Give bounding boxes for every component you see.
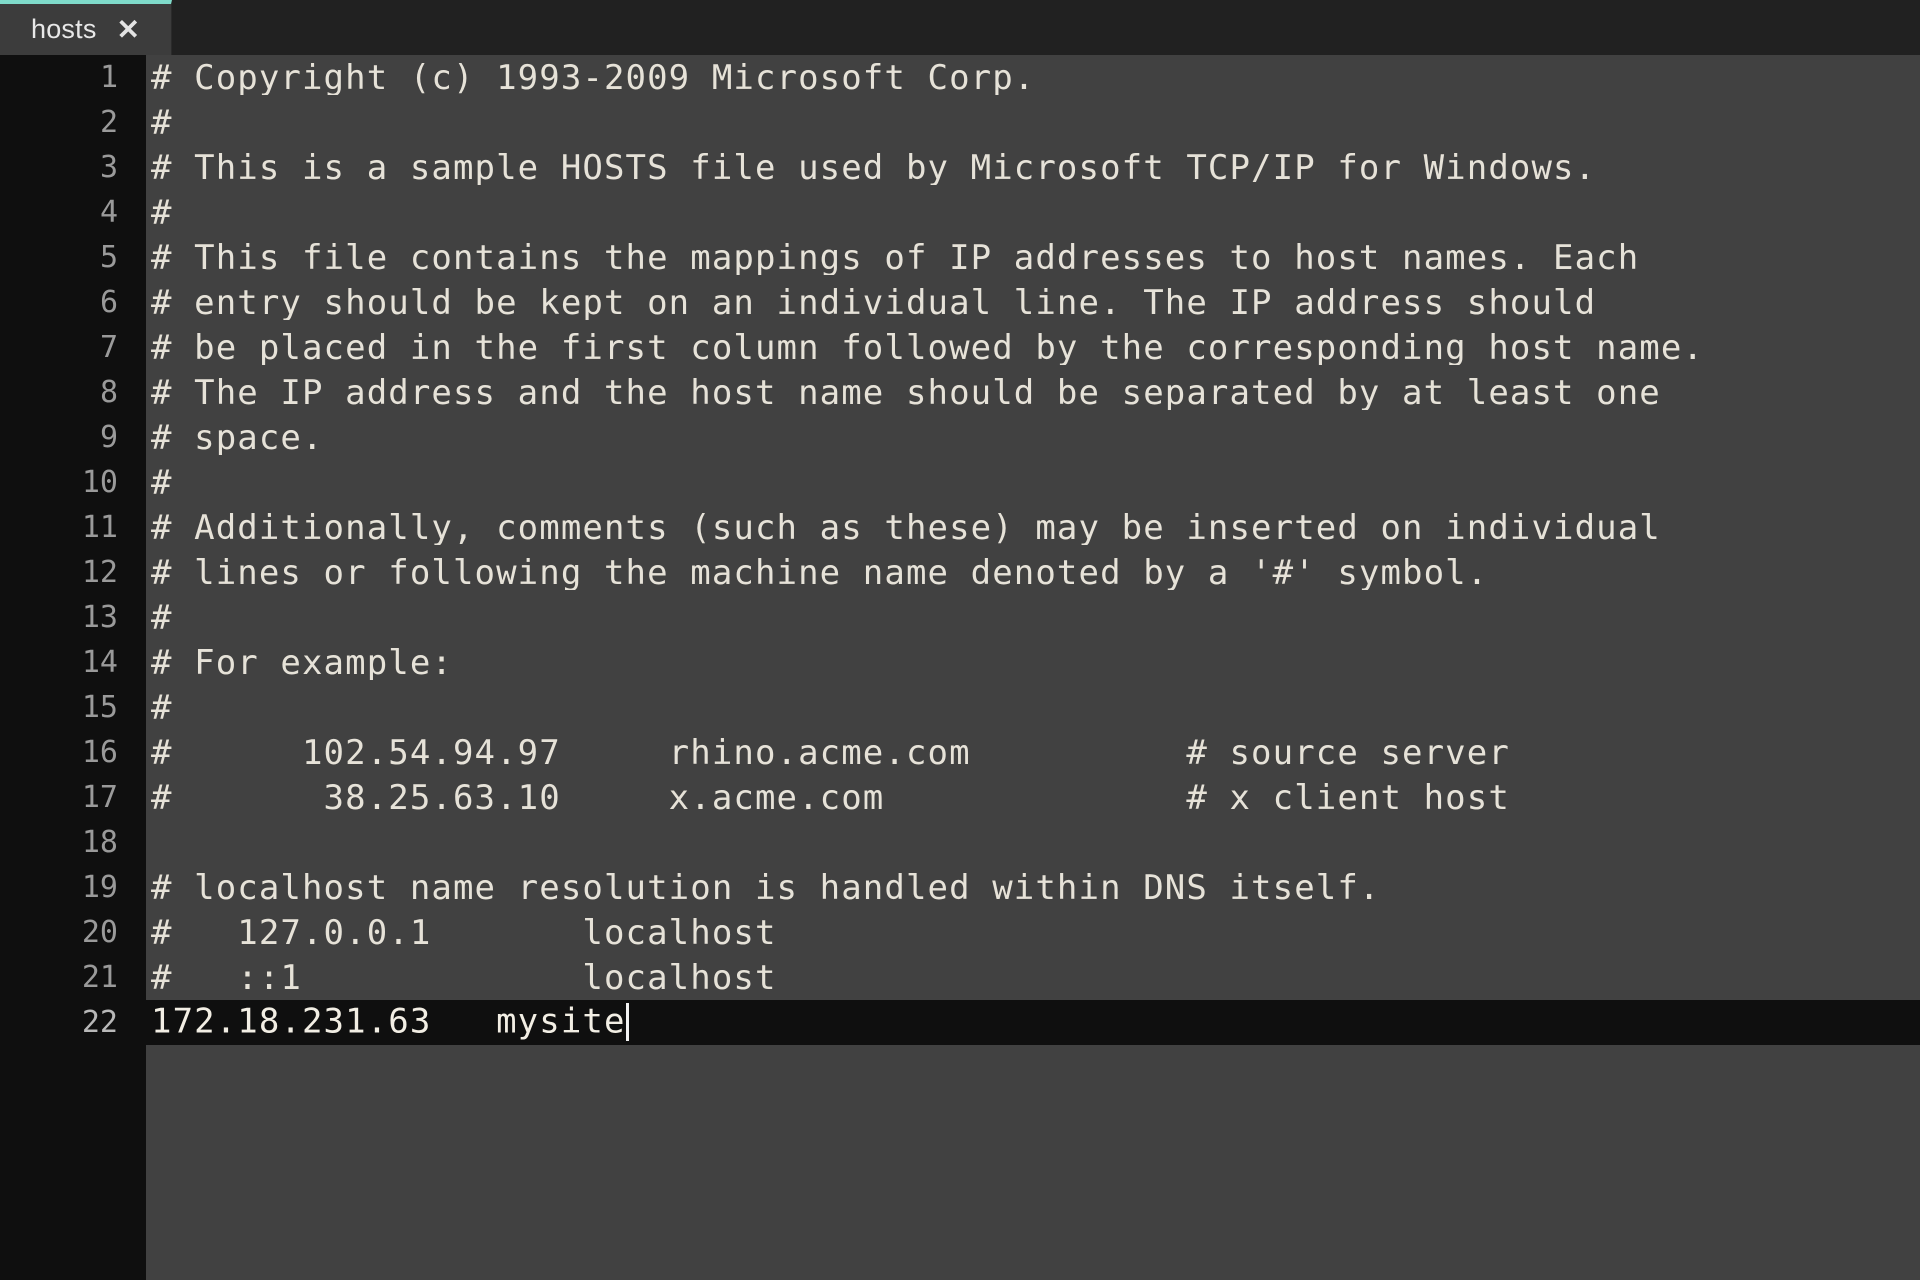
line-number: 17 [81, 779, 118, 815]
line-text[interactable]: # [146, 691, 1920, 725]
line-text[interactable]: # entry should be kept on an individual … [146, 286, 1920, 320]
line-text[interactable]: # For example: [146, 646, 1920, 680]
code-line[interactable]: 11 # Additionally, comments (such as the… [0, 505, 1920, 550]
tab-bar: hosts ✕ [0, 0, 1920, 55]
line-number: 19 [81, 869, 118, 905]
code-line[interactable]: 9 # space. [0, 415, 1920, 460]
code-content[interactable]: 1 # Copyright (c) 1993-2009 Microsoft Co… [0, 55, 1920, 1045]
editor-window: hosts ✕ 1 # Copyright (c) 1993-2009 Micr… [0, 0, 1920, 1280]
line-text-value: 172.18.231.63 mysite [151, 1002, 626, 1041]
code-line[interactable]: 8 # The IP address and the host name sho… [0, 370, 1920, 415]
line-text[interactable]: # space. [146, 421, 1920, 455]
line-text[interactable]: # [146, 601, 1920, 635]
line-number: 20 [81, 914, 118, 950]
tab-hosts[interactable]: hosts ✕ [0, 0, 172, 55]
code-line-active[interactable]: 22 172.18.231.63 mysite [0, 1000, 1920, 1045]
code-line[interactable]: 16 # 102.54.94.97 rhino.acme.com # sourc… [0, 730, 1920, 775]
code-line[interactable]: 13 # [0, 595, 1920, 640]
line-number: 16 [81, 734, 118, 770]
close-icon[interactable]: ✕ [117, 15, 140, 44]
code-line[interactable]: 19 # localhost name resolution is handle… [0, 865, 1920, 910]
code-line[interactable]: 6 # entry should be kept on an individua… [0, 280, 1920, 325]
code-line[interactable]: 3 # This is a sample HOSTS file used by … [0, 145, 1920, 190]
code-line[interactable]: 4 # [0, 190, 1920, 235]
line-text[interactable]: # Copyright (c) 1993-2009 Microsoft Corp… [146, 61, 1920, 95]
code-editor[interactable]: 1 # Copyright (c) 1993-2009 Microsoft Co… [0, 55, 1920, 1280]
code-line[interactable]: 5 # This file contains the mappings of I… [0, 235, 1920, 280]
code-line[interactable]: 18 [0, 820, 1920, 865]
line-number: 15 [81, 689, 118, 725]
line-number: 8 [99, 374, 118, 410]
line-text[interactable]: # [146, 106, 1920, 140]
line-number: 2 [99, 104, 118, 140]
line-text[interactable]: # This is a sample HOSTS file used by Mi… [146, 151, 1920, 185]
code-line[interactable]: 1 # Copyright (c) 1993-2009 Microsoft Co… [0, 55, 1920, 100]
code-line[interactable]: 21 # ::1 localhost [0, 955, 1920, 1000]
code-line[interactable]: 2 # [0, 100, 1920, 145]
line-number: 10 [81, 464, 118, 500]
code-line[interactable]: 15 # [0, 685, 1920, 730]
line-number: 14 [81, 644, 118, 680]
code-line[interactable]: 12 # lines or following the machine name… [0, 550, 1920, 595]
line-text[interactable]: # Additionally, comments (such as these)… [146, 511, 1920, 545]
line-number: 1 [99, 59, 118, 95]
line-text[interactable]: # 127.0.0.1 localhost [146, 916, 1920, 950]
line-text[interactable]: # [146, 466, 1920, 500]
line-text[interactable]: # ::1 localhost [146, 961, 1920, 995]
line-text[interactable]: # 102.54.94.97 rhino.acme.com # source s… [146, 736, 1920, 770]
line-number: 18 [81, 824, 118, 860]
code-line[interactable]: 7 # be placed in the first column follow… [0, 325, 1920, 370]
code-line[interactable]: 14 # For example: [0, 640, 1920, 685]
text-caret [625, 1002, 629, 1041]
tab-bar-empty-area [172, 0, 1920, 55]
code-line[interactable]: 20 # 127.0.0.1 localhost [0, 910, 1920, 955]
line-text[interactable]: # localhost name resolution is handled w… [146, 871, 1920, 905]
line-text-active[interactable]: 172.18.231.63 mysite [146, 1002, 1920, 1043]
line-number: 9 [99, 419, 118, 455]
line-number: 6 [99, 284, 118, 320]
line-number: 7 [99, 329, 118, 365]
line-number: 22 [81, 1004, 118, 1040]
line-number: 3 [99, 149, 118, 185]
line-number: 11 [81, 509, 118, 545]
line-text[interactable]: # This file contains the mappings of IP … [146, 241, 1920, 275]
line-number: 13 [81, 599, 118, 635]
line-number: 12 [81, 554, 118, 590]
line-text[interactable]: # 38.25.63.10 x.acme.com # x client host [146, 781, 1920, 815]
line-number: 4 [99, 194, 118, 230]
line-number: 5 [99, 239, 118, 275]
code-line[interactable]: 17 # 38.25.63.10 x.acme.com # x client h… [0, 775, 1920, 820]
line-number: 21 [81, 959, 118, 995]
line-text[interactable]: # [146, 196, 1920, 230]
code-line[interactable]: 10 # [0, 460, 1920, 505]
line-text[interactable]: # The IP address and the host name shoul… [146, 376, 1920, 410]
line-text[interactable]: # be placed in the first column followed… [146, 331, 1920, 365]
tab-label: hosts [30, 14, 97, 44]
line-text[interactable]: # lines or following the machine name de… [146, 556, 1920, 590]
